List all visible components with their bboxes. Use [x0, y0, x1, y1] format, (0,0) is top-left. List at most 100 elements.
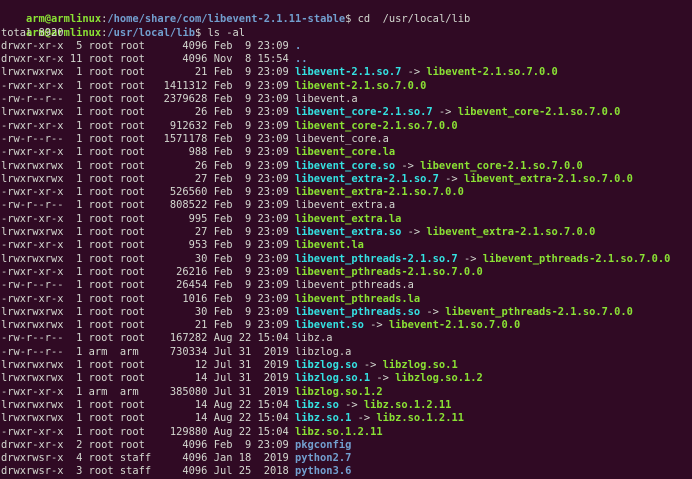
symlink-target: libevent_pthreads-2.1.so.7.0.0 [445, 305, 633, 318]
listing-row: lrwxrwxrwx 1 root root 14 Aug 22 15:04 l… [1, 412, 692, 425]
prompt-user: arm@armlinux [26, 13, 102, 26]
listing-row: lrwxrwxrwx 1 root root 21 Feb 9 23:09 li… [1, 319, 692, 332]
file-name: libevent_extra.a [295, 199, 396, 212]
listing-row: -rw-r--r-- 1 root root 808522 Feb 9 23:0… [1, 199, 692, 212]
listing-row: -rw-r--r-- 1 root root 1571178 Feb 9 23:… [1, 133, 692, 146]
file-name: libevent_pthreads-2.1.so.7.0.0 [295, 265, 483, 278]
symlink-arrow: -> [363, 319, 389, 332]
prompt-line: arm@armlinux:/home/share/com/libevent-2.… [26, 13, 471, 26]
file-metadata: -rwxr-xr-x 1 root root 1016 Feb 9 23:09 [1, 292, 296, 305]
file-name: libevent_extra-2.1.so.7.0.0 [295, 186, 464, 199]
file-metadata: -rwxr-xr-x 1 root root 912632 Feb 9 23:0… [1, 119, 296, 132]
listing-row: -rwxr-xr-x 1 root root 988 Feb 9 23:09 l… [1, 146, 692, 159]
file-name: libevent.a [295, 93, 358, 106]
file-name: . [295, 39, 302, 52]
file-metadata: -rwxr-xr-x 1 root root 953 Feb 9 23:09 [1, 239, 296, 252]
file-name: python3.6 [295, 465, 352, 478]
listing-row: lrwxrwxrwx 1 root root 14 Aug 22 15:04 l… [1, 399, 692, 412]
file-metadata: -rwxr-xr-x 1 root root 995 Feb 9 23:09 [1, 212, 296, 225]
file-name: libevent_core.a [295, 132, 389, 145]
file-metadata: lrwxrwxrwx 1 root root 30 Feb 9 23:09 [1, 305, 296, 318]
file-metadata: -rwxr-xr-x 1 root root 26216 Feb 9 23:09 [1, 265, 296, 278]
symlink-arrow: -> [401, 66, 427, 79]
symlink-arrow: -> [357, 359, 383, 372]
listing-row: lrwxrwxrwx 1 root root 30 Feb 9 23:09 li… [1, 306, 692, 319]
file-metadata: drwxr-xr-x 2 root root 4096 Feb 9 23:09 [1, 438, 296, 451]
file-name: libevent_core.so [295, 159, 396, 172]
listing-row: lrwxrwxrwx 1 root root 27 Feb 9 23:09 li… [1, 226, 692, 239]
symlink-target: libevent_pthreads-2.1.so.7.0.0 [482, 252, 671, 265]
file-name: python2.7 [295, 452, 352, 465]
listing-row: drwxrwsr-x 4 root staff 4096 Jan 18 2019… [1, 452, 692, 465]
symlink-target: libevent_extra-2.1.so.7.0.0 [463, 172, 633, 185]
file-name: libz.so.1.2.11 [295, 425, 383, 438]
file-metadata: -rwxr-xr-x 1 root root 129880 Aug 22 15:… [1, 425, 296, 438]
listing-row: -rw-r--r-- 1 root root 167282 Aug 22 15:… [1, 332, 692, 345]
listing-row: -rwxr-xr-x 1 arm arm 385080 Jul 31 2019 … [1, 386, 692, 399]
symlink-arrow: -> [438, 172, 464, 185]
file-metadata: lrwxrwxrwx 1 root root 14 Jul 31 2019 [1, 372, 296, 385]
file-metadata: lrwxrwxrwx 1 root root 21 Feb 9 23:09 [1, 319, 296, 332]
symlink-arrow: -> [457, 252, 483, 265]
file-metadata: drwxrwsr-x 3 root staff 4096 Jul 25 2018 [1, 465, 296, 478]
file-name: libz.a [295, 332, 333, 345]
file-name: libevent_extra-2.1.so.7 [295, 172, 439, 185]
file-name: libzlog.so [295, 359, 358, 372]
symlink-arrow: -> [395, 159, 421, 172]
file-name: libzlog.so.1 [295, 372, 371, 385]
listing-row: drwxr-xr-x 5 root root 4096 Feb 9 23:09 … [1, 40, 692, 53]
file-name: libevent.so [295, 319, 364, 332]
file-name: libevent-2.1.so.7 [295, 66, 402, 79]
listing-row: lrwxrwxrwx 1 root root 14 Jul 31 2019 li… [1, 372, 692, 385]
symlink-target: libzlog.so.1.2 [395, 372, 483, 385]
symlink-target: libevent-2.1.so.7.0.0 [388, 319, 521, 332]
listing-row: -rwxr-xr-x 1 root root 526560 Feb 9 23:0… [1, 186, 692, 199]
symlink-arrow: -> [338, 398, 364, 411]
listing-row: -rwxr-xr-x 1 root root 26216 Feb 9 23:09… [1, 266, 692, 279]
terminal-window[interactable]: arm@armlinux:/home/share/com/libevent-2.… [0, 0, 692, 477]
file-metadata: lrwxrwxrwx 1 root root 14 Aug 22 15:04 [1, 412, 296, 425]
listing-row: drwxrwsr-x 3 root staff 4096 Jul 25 2018… [1, 465, 692, 478]
listing-row: -rwxr-xr-x 1 root root 129880 Aug 22 15:… [1, 426, 692, 439]
symlink-target: libz.so.1.2.11 [376, 412, 464, 425]
prompt-path: /home/share/com/libevent-2.1.11-stable [107, 13, 346, 26]
file-name: libevent_core.la [295, 146, 396, 159]
symlink-target: libevent_core-2.1.so.7.0.0 [457, 106, 621, 119]
file-name: libz.so.1 [295, 412, 352, 425]
file-metadata: -rwxr-xr-x 1 arm arm 385080 Jul 31 2019 [1, 385, 296, 398]
file-metadata: -rw-r--r-- 1 root root 1571178 Feb 9 23:… [1, 132, 296, 145]
listing-row: -rwxr-xr-x 1 root root 1411312 Feb 9 23:… [1, 80, 692, 93]
listing-row: lrwxrwxrwx 1 root root 26 Feb 9 23:09 li… [1, 106, 692, 119]
file-metadata: -rw-r--r-- 1 root root 167282 Aug 22 15:… [1, 332, 296, 345]
command-text: ls -al [201, 26, 246, 39]
symlink-target: libevent_core-2.1.so.7.0.0 [420, 159, 583, 172]
file-name: pkgconfig [295, 438, 352, 451]
listing-row: drwxr-xr-x 2 root root 4096 Feb 9 23:09 … [1, 439, 692, 452]
listing-row: -rwxr-xr-x 1 root root 1016 Feb 9 23:09 … [1, 293, 692, 306]
file-metadata: drwxrwsr-x 4 root staff 4096 Jan 18 2019 [1, 452, 296, 465]
file-metadata: drwxr-xr-x 11 root root 4096 Nov 8 15:54 [1, 53, 296, 66]
file-name: libevent_extra.so [295, 226, 402, 239]
listing-row: -rwxr-xr-x 1 root root 953 Feb 9 23:09 l… [1, 239, 692, 252]
symlink-target: libevent-2.1.so.7.0.0 [426, 66, 558, 79]
symlink-arrow: -> [370, 372, 396, 385]
file-metadata: -rwxr-xr-x 1 root root 1411312 Feb 9 23:… [1, 79, 296, 92]
symlink-target: libzlog.so.1 [382, 359, 458, 372]
listing-row: drwxr-xr-x 11 root root 4096 Nov 8 15:54… [1, 53, 692, 66]
file-metadata: lrwxrwxrwx 1 root root 21 Feb 9 23:09 [1, 66, 296, 79]
file-name: libevent_core-2.1.so.7.0.0 [295, 119, 458, 132]
file-name: libevent_pthreads.a [295, 279, 414, 292]
file-name: libevent.la [295, 239, 364, 252]
file-name: libz.so [295, 398, 339, 411]
file-name: libzlog.a [295, 345, 352, 358]
file-metadata: lrwxrwxrwx 1 root root 14 Aug 22 15:04 [1, 398, 296, 411]
listing-row: -rwxr-xr-x 1 root root 912632 Feb 9 23:0… [1, 120, 692, 133]
symlink-arrow: -> [401, 226, 427, 239]
file-metadata: -rw-r--r-- 1 arm arm 730334 Jul 31 2019 [1, 345, 296, 358]
file-metadata: lrwxrwxrwx 1 root root 27 Feb 9 23:09 [1, 172, 296, 185]
file-name: libevent_pthreads.so [295, 305, 421, 318]
file-name: libevent_pthreads-2.1.so.7 [295, 252, 458, 265]
symlink-arrow: -> [432, 106, 458, 119]
file-metadata: -rw-r--r-- 1 root root 26454 Feb 9 23:09 [1, 279, 296, 292]
file-name: libevent-2.1.so.7.0.0 [295, 79, 427, 92]
